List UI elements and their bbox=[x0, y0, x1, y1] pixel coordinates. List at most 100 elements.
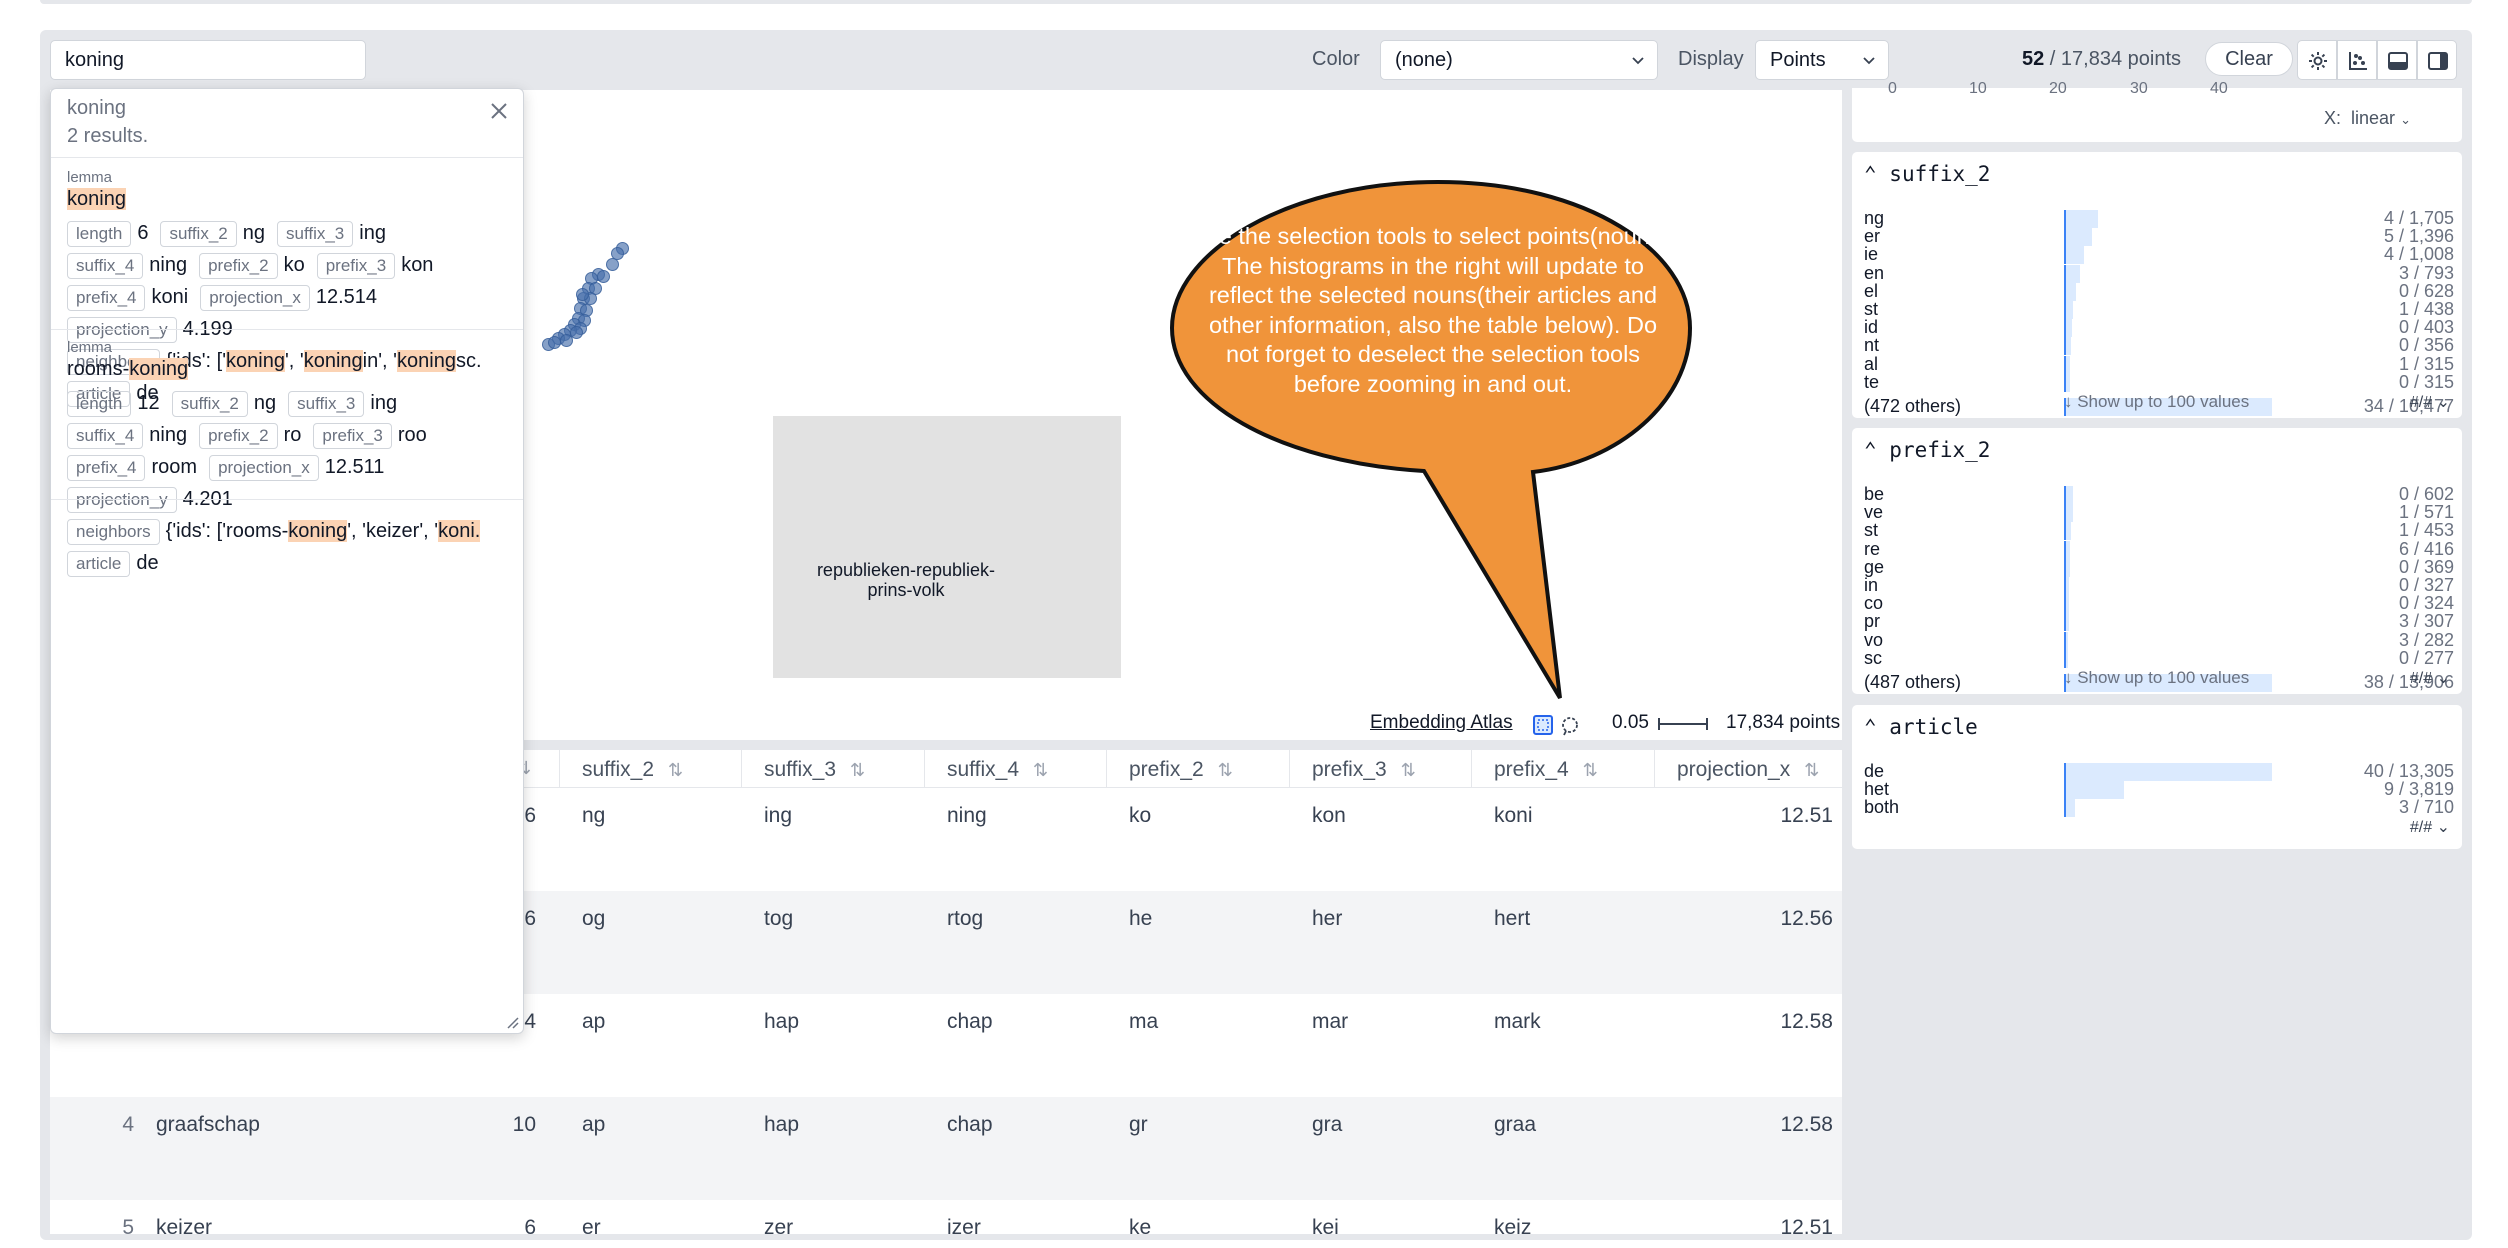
color-label: Color bbox=[1312, 48, 1360, 70]
cell-lemma: graafschap bbox=[156, 1113, 260, 1136]
data-point bbox=[548, 336, 561, 349]
x-scale-select[interactable]: linear bbox=[2351, 108, 2395, 128]
result-tags: length 12 suffix_2 ng suffix_3 ing suffix_4 nin… bbox=[67, 391, 517, 583]
data-point bbox=[606, 258, 619, 271]
column-header[interactable]: suffix_2 ⇅ bbox=[582, 758, 683, 782]
display-select[interactable]: Points bbox=[1755, 40, 1889, 80]
column-divider bbox=[1654, 750, 1655, 788]
cell-suffix-2: og bbox=[582, 907, 606, 930]
column-divider bbox=[924, 750, 925, 788]
row-index: 5 bbox=[122, 1216, 134, 1234]
cell-suffix-4: izer bbox=[947, 1216, 981, 1234]
field-value: 12.511 bbox=[324, 456, 385, 478]
table-row[interactable]: 5 keizer 6 er zer izer ke kei keiz 12.51 bbox=[50, 1200, 1842, 1234]
format-value: #/# bbox=[2409, 819, 2433, 836]
histogram-title-text: prefix_2 bbox=[1889, 438, 1991, 462]
popup-results-count: 2 results. bbox=[67, 125, 149, 147]
histogram-bar-selected bbox=[2064, 373, 2066, 392]
column-header[interactable]: suffix_4 ⇅ bbox=[947, 758, 1048, 782]
format-value: #/# bbox=[2409, 394, 2433, 411]
scatter-icon bbox=[2349, 52, 2367, 70]
settings-button[interactable] bbox=[2297, 40, 2337, 80]
table-row[interactable]: 4 graafschap 10 ap hap chap gr gra graa 12.58 bbox=[50, 1097, 1842, 1200]
sort-icon: ⇅ bbox=[1217, 760, 1233, 780]
cluster-label: republieken-republiek- prins-volk bbox=[756, 560, 1056, 600]
cell-prefix-3: gra bbox=[1312, 1113, 1343, 1136]
resize-handle-icon[interactable] bbox=[505, 1015, 519, 1029]
histogram-title[interactable]: ⌃ prefix_2 bbox=[1864, 438, 1990, 462]
histogram-title[interactable]: ⌃ suffix_2 bbox=[1864, 162, 1990, 186]
cell-suffix-2: ap bbox=[582, 1010, 606, 1033]
histogram-title[interactable]: ⌃ article bbox=[1864, 715, 1978, 739]
close-icon[interactable] bbox=[487, 99, 511, 123]
cell-suffix-2: ap bbox=[582, 1113, 606, 1136]
histogram-row[interactable]: both 3 / 710 bbox=[1864, 793, 2454, 822]
sort-icon: ⇅ bbox=[1400, 760, 1416, 780]
search-result[interactable]: lemma rooms-koning length 12 suffix_2 ng suffi… bbox=[67, 339, 517, 583]
field-value: 12.514 bbox=[315, 286, 378, 308]
format-select[interactable]: #/# ⌄ bbox=[2410, 668, 2450, 688]
result-field-label: lemma bbox=[67, 169, 113, 186]
column-header-label: prefix_2 bbox=[1129, 758, 1204, 781]
tag-line: prefix_4 koni projection_x 12.514 bbox=[67, 285, 517, 317]
cell-suffix-4: rtog bbox=[947, 907, 984, 930]
column-header[interactable]: prefix_4 ⇅ bbox=[1494, 758, 1598, 782]
cell-prefix-3: kei bbox=[1312, 1216, 1339, 1234]
format-select[interactable]: #/# ⌄ bbox=[2410, 817, 2450, 837]
field-tag: length bbox=[67, 221, 132, 247]
sort-icon: ⇅ bbox=[1582, 760, 1598, 780]
axis-tick-label: 40 bbox=[2210, 80, 2228, 97]
sidebar-view-button[interactable] bbox=[2417, 40, 2457, 80]
point-count: 52 / 17,834 points bbox=[2022, 48, 2181, 71]
histogram-category: (472 others) bbox=[1864, 396, 1962, 416]
callout-message: Use the selection tools to select points… bbox=[1190, 223, 1676, 397]
column-header[interactable]: projection_x ⇅ bbox=[1677, 758, 1819, 782]
cell-prefix-2: ma bbox=[1129, 1010, 1159, 1033]
embedding-view-button[interactable] bbox=[2337, 40, 2377, 80]
data-point bbox=[560, 334, 573, 347]
histogram-count: 0 / 315 bbox=[2398, 371, 2454, 392]
field-tag: suffix_3 bbox=[276, 221, 354, 247]
table-view-button[interactable] bbox=[2377, 40, 2417, 80]
show-more-link[interactable]: ↓ Show up to 100 values bbox=[2064, 668, 2249, 688]
field-tag: suffix_4 bbox=[67, 253, 144, 279]
field-value: ing bbox=[359, 222, 386, 244]
field-value: ro bbox=[283, 424, 302, 446]
histogram-category: both bbox=[1864, 797, 1900, 818]
search-input[interactable]: koning bbox=[50, 40, 366, 80]
field-value: kon bbox=[401, 254, 434, 276]
histogram-count: 3 / 710 bbox=[2398, 797, 2454, 818]
embedding-atlas-link[interactable]: Embedding Atlas bbox=[1370, 712, 1513, 734]
column-divider bbox=[559, 750, 560, 788]
cell-suffix-3: ing bbox=[764, 804, 793, 827]
column-header[interactable]: prefix_3 ⇅ bbox=[1312, 758, 1416, 782]
popup-query: koning bbox=[67, 97, 126, 119]
cell-suffix-3: tog bbox=[764, 907, 794, 930]
callout-text: Use the selection tools to select points… bbox=[1190, 222, 1676, 399]
histogram-bar bbox=[2064, 799, 2272, 818]
cell-prefix-4: keiz bbox=[1494, 1216, 1532, 1234]
chevron-down-icon: ⌄ bbox=[2432, 670, 2450, 687]
field-value: ng bbox=[242, 222, 265, 244]
rect-select-icon[interactable] bbox=[1532, 714, 1554, 736]
cell-prefix-2: ke bbox=[1129, 1216, 1152, 1234]
x-scale-label: X: bbox=[2324, 108, 2342, 128]
column-header[interactable]: suffix_3 ⇅ bbox=[764, 758, 865, 782]
lasso-select-icon[interactable] bbox=[1560, 716, 1580, 736]
column-header[interactable]: prefix_2 ⇅ bbox=[1129, 758, 1233, 782]
chevron-up-icon: ⌃ bbox=[1864, 162, 1890, 186]
field-tag: prefix_4 bbox=[67, 285, 146, 311]
neighbor-highlight: koning bbox=[288, 520, 348, 542]
neighbors-value: {'ids': ['rooms-koning', 'keizer', 'koni… bbox=[166, 520, 481, 543]
cell-projection-x: 12.58 bbox=[1780, 1113, 1833, 1136]
cell-suffix-2: ng bbox=[582, 804, 606, 827]
color-select[interactable]: (none) bbox=[1380, 40, 1658, 80]
chevron-down-icon: ⌄ bbox=[2400, 112, 2411, 127]
format-select[interactable]: #/# ⌄ bbox=[2410, 392, 2450, 412]
color-select-value: (none) bbox=[1395, 49, 1453, 71]
histogram-bar bbox=[2064, 373, 2272, 392]
clear-button[interactable]: Clear bbox=[2205, 42, 2293, 76]
neighbor-highlight: koni. bbox=[438, 520, 481, 542]
show-more-link[interactable]: ↓ Show up to 100 values bbox=[2064, 392, 2249, 412]
cell-suffix-4: chap bbox=[947, 1010, 993, 1033]
